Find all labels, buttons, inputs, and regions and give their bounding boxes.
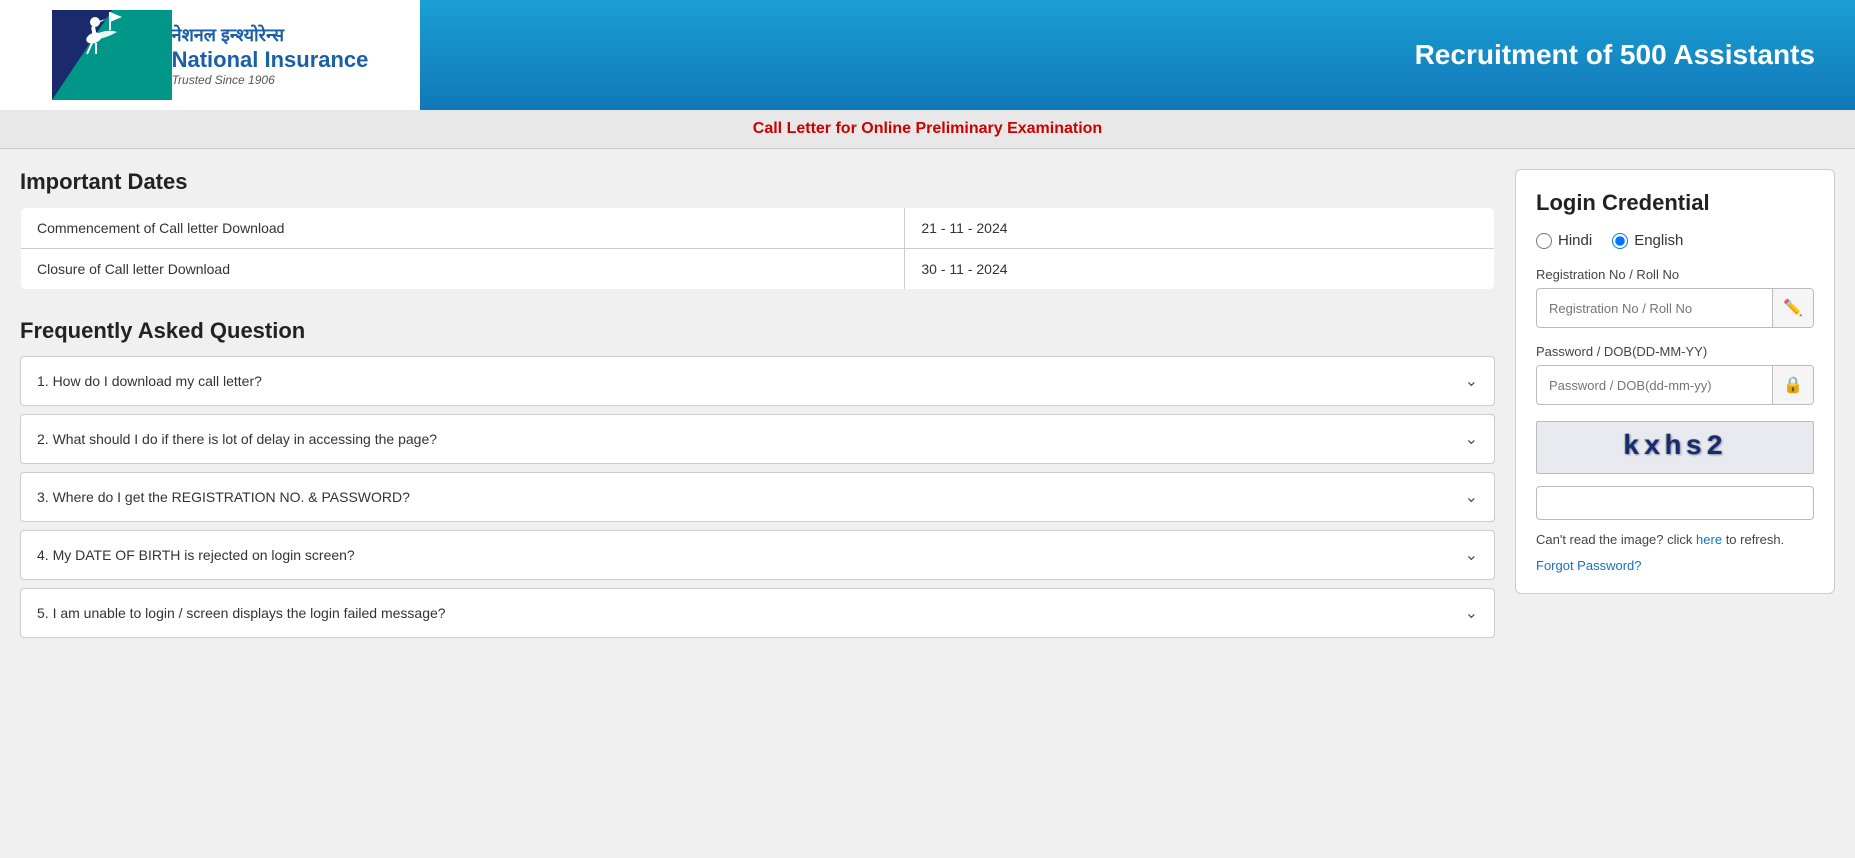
hindi-radio-label[interactable]: Hindi xyxy=(1536,232,1592,249)
logo-hindi-text: नेशनल इन्श्योरेन्स xyxy=(172,23,284,47)
faq-item[interactable]: 4. My DATE OF BIRTH is rejected on login… xyxy=(20,530,1495,580)
password-label: Password / DOB(DD-MM-YY) xyxy=(1536,344,1814,359)
left-panel: Important Dates Commencement of Call let… xyxy=(20,169,1515,646)
faq-question: 4. My DATE OF BIRTH is rejected on login… xyxy=(37,547,355,563)
faq-item[interactable]: 2. What should I do if there is lot of d… xyxy=(20,414,1495,464)
table-row: Commencement of Call letter Download 21 … xyxy=(21,208,1495,249)
faq-title: Frequently Asked Question xyxy=(20,318,1495,344)
faq-item[interactable]: 5. I am unable to login / screen display… xyxy=(20,588,1495,638)
chevron-down-icon: ⌄ xyxy=(1465,603,1478,623)
logo-tagline: Trusted Since 1906 xyxy=(172,73,275,87)
chevron-down-icon: ⌄ xyxy=(1465,545,1478,565)
header-title: Recruitment of 500 Assistants xyxy=(1415,39,1815,71)
faq-item[interactable]: 3. Where do I get the REGISTRATION NO. &… xyxy=(20,472,1495,522)
faq-section: Frequently Asked Question 1. How do I do… xyxy=(20,318,1495,638)
registration-input[interactable] xyxy=(1537,291,1772,326)
faq-item[interactable]: 1. How do I download my call letter? ⌄ xyxy=(20,356,1495,406)
captcha-refresh-link[interactable]: here xyxy=(1696,532,1722,547)
date-value: 21 - 11 - 2024 xyxy=(905,208,1495,249)
captcha-input[interactable] xyxy=(1536,486,1814,520)
english-label: English xyxy=(1634,232,1683,249)
page-header: नेशनल इन्श्योरेन्स National Insurance Tr… xyxy=(0,0,1855,110)
login-title: Login Credential xyxy=(1536,190,1814,216)
faq-list: 1. How do I download my call letter? ⌄ 2… xyxy=(20,356,1495,638)
logo-area: नेशनल इन्श्योरेन्स National Insurance Tr… xyxy=(0,0,420,110)
edit-icon: ✏️ xyxy=(1772,289,1813,327)
lock-icon: 🔒 xyxy=(1772,366,1813,404)
logo-text: नेशनल इन्श्योरेन्स National Insurance Tr… xyxy=(172,23,369,87)
date-label: Commencement of Call letter Download xyxy=(21,208,905,249)
password-input-row: 🔒 xyxy=(1536,365,1814,405)
captcha-refresh-prefix: Can't read the image? click xyxy=(1536,532,1692,547)
dates-table: Commencement of Call letter Download 21 … xyxy=(20,207,1495,290)
login-panel: Login Credential Hindi English Registrat… xyxy=(1515,169,1835,594)
chevron-down-icon: ⌄ xyxy=(1465,429,1478,449)
chevron-down-icon: ⌄ xyxy=(1465,371,1478,391)
captcha-refresh-text: Can't read the image? click here to refr… xyxy=(1536,530,1814,550)
faq-question: 3. Where do I get the REGISTRATION NO. &… xyxy=(37,489,410,505)
language-row: Hindi English xyxy=(1536,232,1814,249)
faq-question: 2. What should I do if there is lot of d… xyxy=(37,431,437,447)
sub-header-text: Call Letter for Online Preliminary Exami… xyxy=(753,120,1102,137)
faq-question: 1. How do I download my call letter? xyxy=(37,373,262,389)
main-content: Important Dates Commencement of Call let… xyxy=(0,149,1855,666)
english-radio[interactable] xyxy=(1612,233,1628,249)
captcha-refresh-suffix: to refresh. xyxy=(1726,532,1785,547)
password-input[interactable] xyxy=(1537,368,1772,403)
chevron-down-icon: ⌄ xyxy=(1465,487,1478,507)
table-row: Closure of Call letter Download 30 - 11 … xyxy=(21,249,1495,290)
logo-english-text: National Insurance xyxy=(172,47,369,73)
forgot-password-link[interactable]: Forgot Password? xyxy=(1536,558,1814,573)
sub-header: Call Letter for Online Preliminary Exami… xyxy=(0,110,1855,149)
registration-input-row: ✏️ xyxy=(1536,288,1814,328)
hindi-radio[interactable] xyxy=(1536,233,1552,249)
logo-graphic xyxy=(52,10,172,100)
english-radio-label[interactable]: English xyxy=(1612,232,1683,249)
date-value: 30 - 11 - 2024 xyxy=(905,249,1495,290)
faq-question: 5. I am unable to login / screen display… xyxy=(37,605,446,621)
date-label: Closure of Call letter Download xyxy=(21,249,905,290)
captcha-image: kxhs2 xyxy=(1536,421,1814,474)
important-dates-title: Important Dates xyxy=(20,169,1495,195)
registration-label: Registration No / Roll No xyxy=(1536,267,1814,282)
hindi-label: Hindi xyxy=(1558,232,1592,249)
captcha-area: kxhs2 xyxy=(1536,421,1814,520)
